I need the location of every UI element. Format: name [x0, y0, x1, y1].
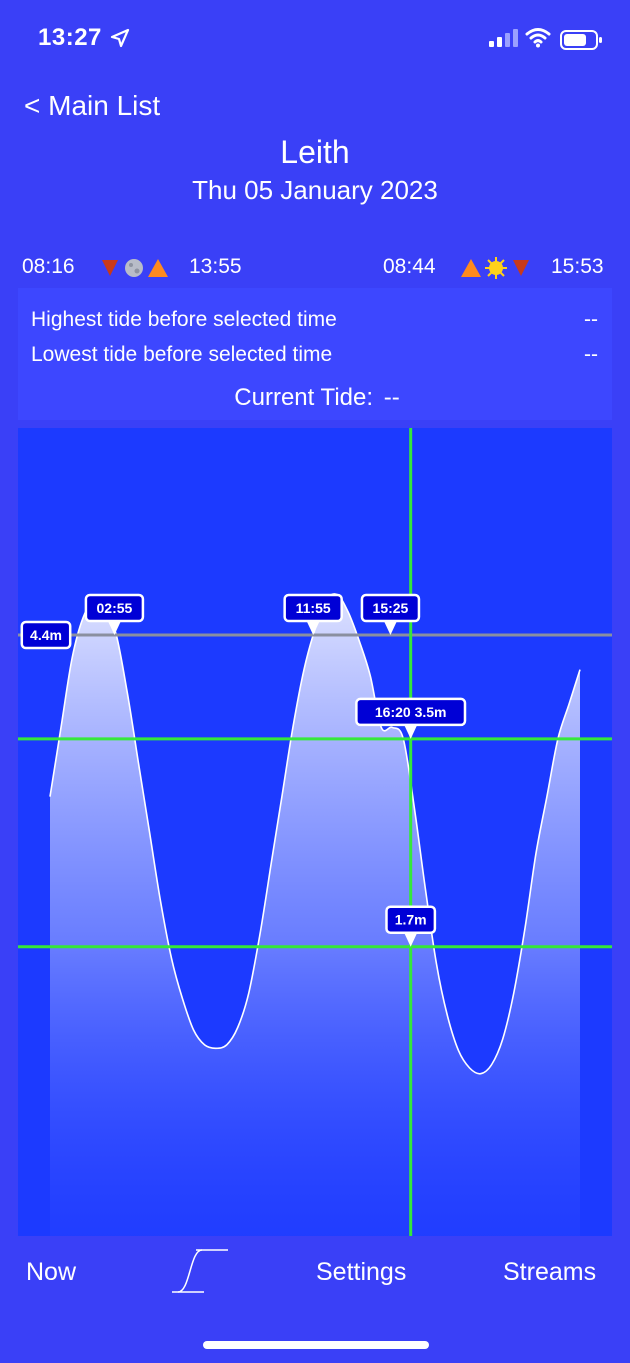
sun-moon-times-row: 08:16 13:55 08:44 15:53 — [0, 253, 630, 283]
lowest-tide-value: -- — [584, 343, 598, 366]
highest-tide-label: Highest tide before selected time — [31, 308, 337, 331]
moon-rise-set-icon — [102, 259, 168, 277]
current-tide-value: -- — [383, 384, 400, 411]
tide-graph-icon[interactable] — [168, 1246, 232, 1302]
date-title: Thu 05 January 2023 — [192, 175, 438, 205]
tide-chart[interactable]: 4.4m 02:55 11:55 15:25 16:20 3.5m 1.7m — [18, 428, 612, 1236]
moonset-time: 13:55 — [189, 255, 242, 278]
location-title: Leith — [280, 134, 350, 170]
tide-info-panel: Highest tide before selected time -- Low… — [18, 288, 612, 420]
moonrise-time: 08:16 — [22, 255, 75, 278]
time-marker-label: 02:55 — [97, 600, 133, 616]
location-arrow-icon — [110, 28, 130, 48]
battery-icon — [560, 30, 602, 50]
tab-streams[interactable]: Streams — [503, 1258, 596, 1287]
low-level-label: 1.7m — [395, 912, 427, 928]
tide-area-fill — [50, 593, 580, 1236]
sun-rise-set-icon — [461, 257, 529, 279]
back-to-main-list-button[interactable]: < Main List — [24, 90, 160, 122]
lowest-tide-label: Lowest tide before selected time — [31, 343, 333, 366]
wifi-icon — [525, 28, 551, 48]
cellular-signal-icon — [489, 29, 518, 47]
selected-point-label: 16:20 3.5m — [375, 704, 447, 720]
status-bar: 13:27 — [0, 0, 630, 80]
time-marker-label: 15:25 — [373, 600, 409, 616]
time-marker-label: 11:55 — [296, 600, 331, 616]
current-tide-label: Current Tide: — [234, 384, 374, 411]
reference-level-label: 4.4m — [30, 627, 62, 643]
status-time: 13:27 — [38, 24, 102, 51]
home-indicator[interactable] — [203, 1341, 429, 1349]
tab-settings[interactable]: Settings — [316, 1258, 406, 1287]
tab-now[interactable]: Now — [26, 1258, 76, 1287]
highest-tide-value: -- — [584, 308, 598, 331]
sunset-time: 15:53 — [551, 255, 604, 278]
current-tide: Current Tide: -- — [18, 384, 612, 412]
tide-chart-svg[interactable]: 4.4m 02:55 11:55 15:25 16:20 3.5m 1.7m — [18, 428, 612, 1236]
sunrise-time: 08:44 — [383, 255, 436, 278]
